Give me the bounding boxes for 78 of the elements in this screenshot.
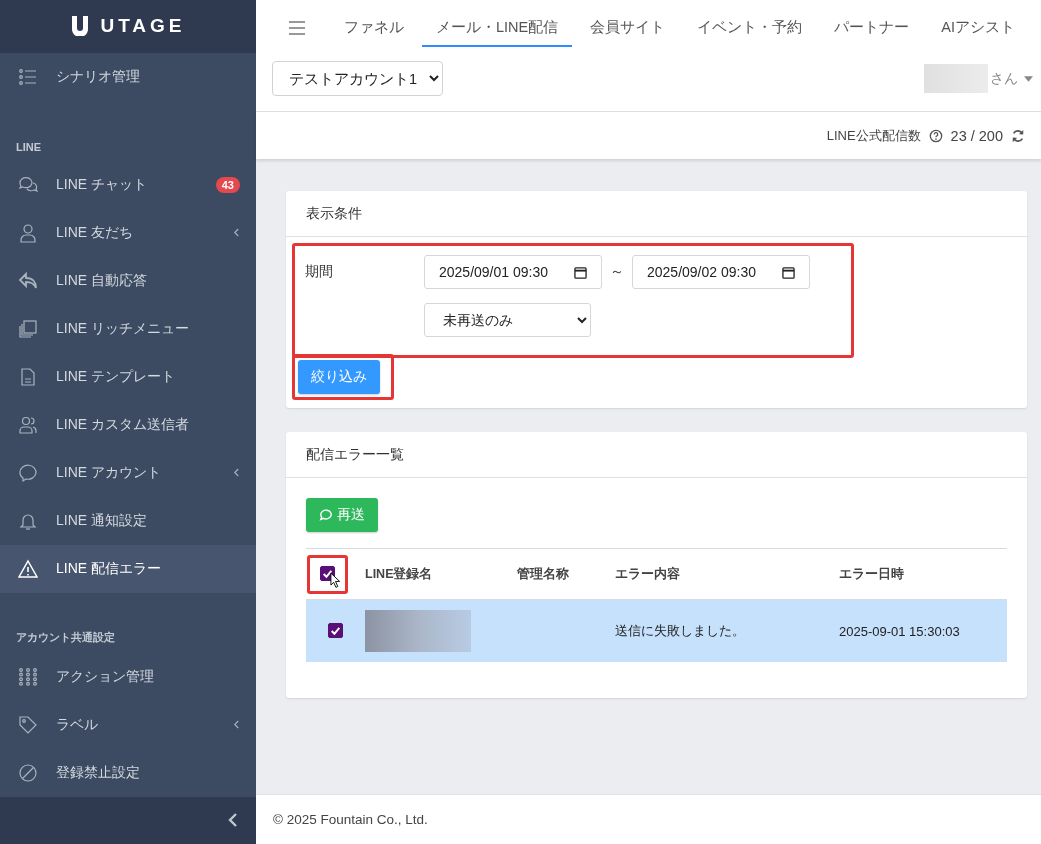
sidebar-item-label: LINE カスタム送信者 (56, 415, 190, 434)
quota-label: LINE公式配信数 (826, 126, 921, 145)
status-select[interactable]: 未再送のみ (424, 303, 591, 337)
sidebar-item-label: ラベル (56, 715, 99, 734)
sidebar-item-label: LINE 通知設定 (56, 511, 148, 530)
list-icon (18, 66, 38, 87)
unread-count-badge: 43 (215, 176, 240, 193)
nav-tab[interactable]: メール・LINE配信 (422, 9, 573, 47)
speech-bubble-icon (319, 508, 333, 522)
sidebar-item[interactable]: LINE カスタム送信者 (0, 400, 256, 449)
help-icon[interactable] (928, 128, 943, 143)
sidebar-item-label: 登録禁止設定 (56, 763, 141, 782)
column-header: エラー内容 (614, 548, 838, 600)
sidebar-heading: LINE (15, 139, 43, 155)
period-label: 期間 (305, 263, 334, 281)
table-cell: 2025-09-01 15:30:03 (838, 599, 1007, 662)
quota-value: 23 / 200 (950, 127, 1003, 144)
nav-tab[interactable]: AIアシスト (927, 9, 1029, 47)
sidebar-item[interactable]: LINE 自動応答 (0, 256, 256, 305)
date-to-field[interactable]: 2025/09/02 09:30 (632, 255, 810, 289)
tag-icon (18, 714, 38, 735)
user-name-suffix[interactable]: さん (990, 69, 1018, 88)
mouse-pointer-icon (330, 571, 341, 589)
table-cell: 送信に失敗しました。 (614, 599, 838, 662)
menu-icon[interactable] (289, 21, 305, 35)
column-header: LINE登録名 (364, 548, 516, 600)
sidebar-item-label: アクション管理 (56, 667, 155, 686)
calendar-icon[interactable] (782, 265, 795, 279)
calendar-icon[interactable] (574, 265, 587, 279)
file-icon (18, 366, 38, 387)
sidebar-item[interactable]: LINE アカウント (0, 448, 256, 497)
nav-tab[interactable]: イベント・予約 (683, 9, 817, 47)
user-icon (18, 222, 38, 243)
column-header: 管理名称 (516, 548, 614, 600)
sidebar-item-label: LINE 配信エラー (56, 559, 162, 578)
card-title: 表示条件 (286, 191, 1027, 237)
sidebar-item-label: LINE 友だち (56, 223, 134, 242)
users-icon (18, 414, 38, 435)
sidebar-item[interactable]: LINE リッチメニュー (0, 304, 256, 353)
nav-tab[interactable]: ファネル (330, 9, 418, 47)
logo-icon (70, 15, 91, 38)
column-header: エラー日時 (838, 548, 1007, 600)
nav-tab[interactable]: 会員サイト (576, 9, 680, 47)
sidebar-item-label: LINE チャット (56, 175, 148, 194)
grid-icon (18, 666, 38, 687)
ban-icon (18, 762, 38, 783)
row-checkbox[interactable] (327, 622, 343, 638)
brand-name: UTAGE (100, 15, 186, 38)
footer-text: © 2025 Fountain Co., Ltd. (256, 794, 1041, 844)
chat-icon (18, 174, 38, 195)
sidebar-item[interactable]: LINE 通知設定 (0, 496, 256, 545)
sidebar-item[interactable]: LINE チャット 43 (0, 160, 256, 209)
sidebar-item[interactable]: シナリオ管理 (0, 52, 256, 101)
redacted-user-name (924, 64, 988, 93)
nav-tab[interactable]: パートナー (820, 9, 924, 47)
refresh-icon[interactable] (1011, 128, 1025, 143)
sidebar-item[interactable]: アクション管理 (0, 652, 256, 701)
sidebar-item[interactable]: 登録禁止設定 (0, 748, 256, 797)
sidebar-item[interactable]: LINE 配信エラー (0, 544, 256, 593)
account-select[interactable]: テストアカウント1 (272, 61, 443, 96)
comment-icon (18, 462, 38, 483)
sidebar-item[interactable]: LINE テンプレート (0, 352, 256, 401)
card-title: 配信エラー一覧 (286, 432, 1027, 478)
sidebar-heading: アカウント共通設定 (15, 629, 116, 645)
warning-icon (18, 558, 38, 579)
reply-icon (18, 270, 38, 291)
sidebar-item-label: シナリオ管理 (56, 67, 141, 86)
sidebar-item[interactable]: LINE 友だち (0, 208, 256, 257)
range-separator: ～ (610, 263, 624, 281)
sidebar-item-label: LINE テンプレート (56, 367, 176, 386)
sidebar-item-label: LINE リッチメニュー (56, 319, 190, 338)
caret-icon[interactable] (1024, 75, 1033, 82)
sidebar-item-label: LINE 自動応答 (56, 271, 148, 290)
sidebar-item-label: LINE アカウント (56, 463, 162, 482)
sidebar-item[interactable]: ラベル (0, 700, 256, 749)
collapse-sidebar-icon[interactable] (228, 813, 238, 828)
date-from-field[interactable]: 2025/09/01 09:30 (424, 255, 602, 289)
copy-icon (18, 318, 38, 339)
